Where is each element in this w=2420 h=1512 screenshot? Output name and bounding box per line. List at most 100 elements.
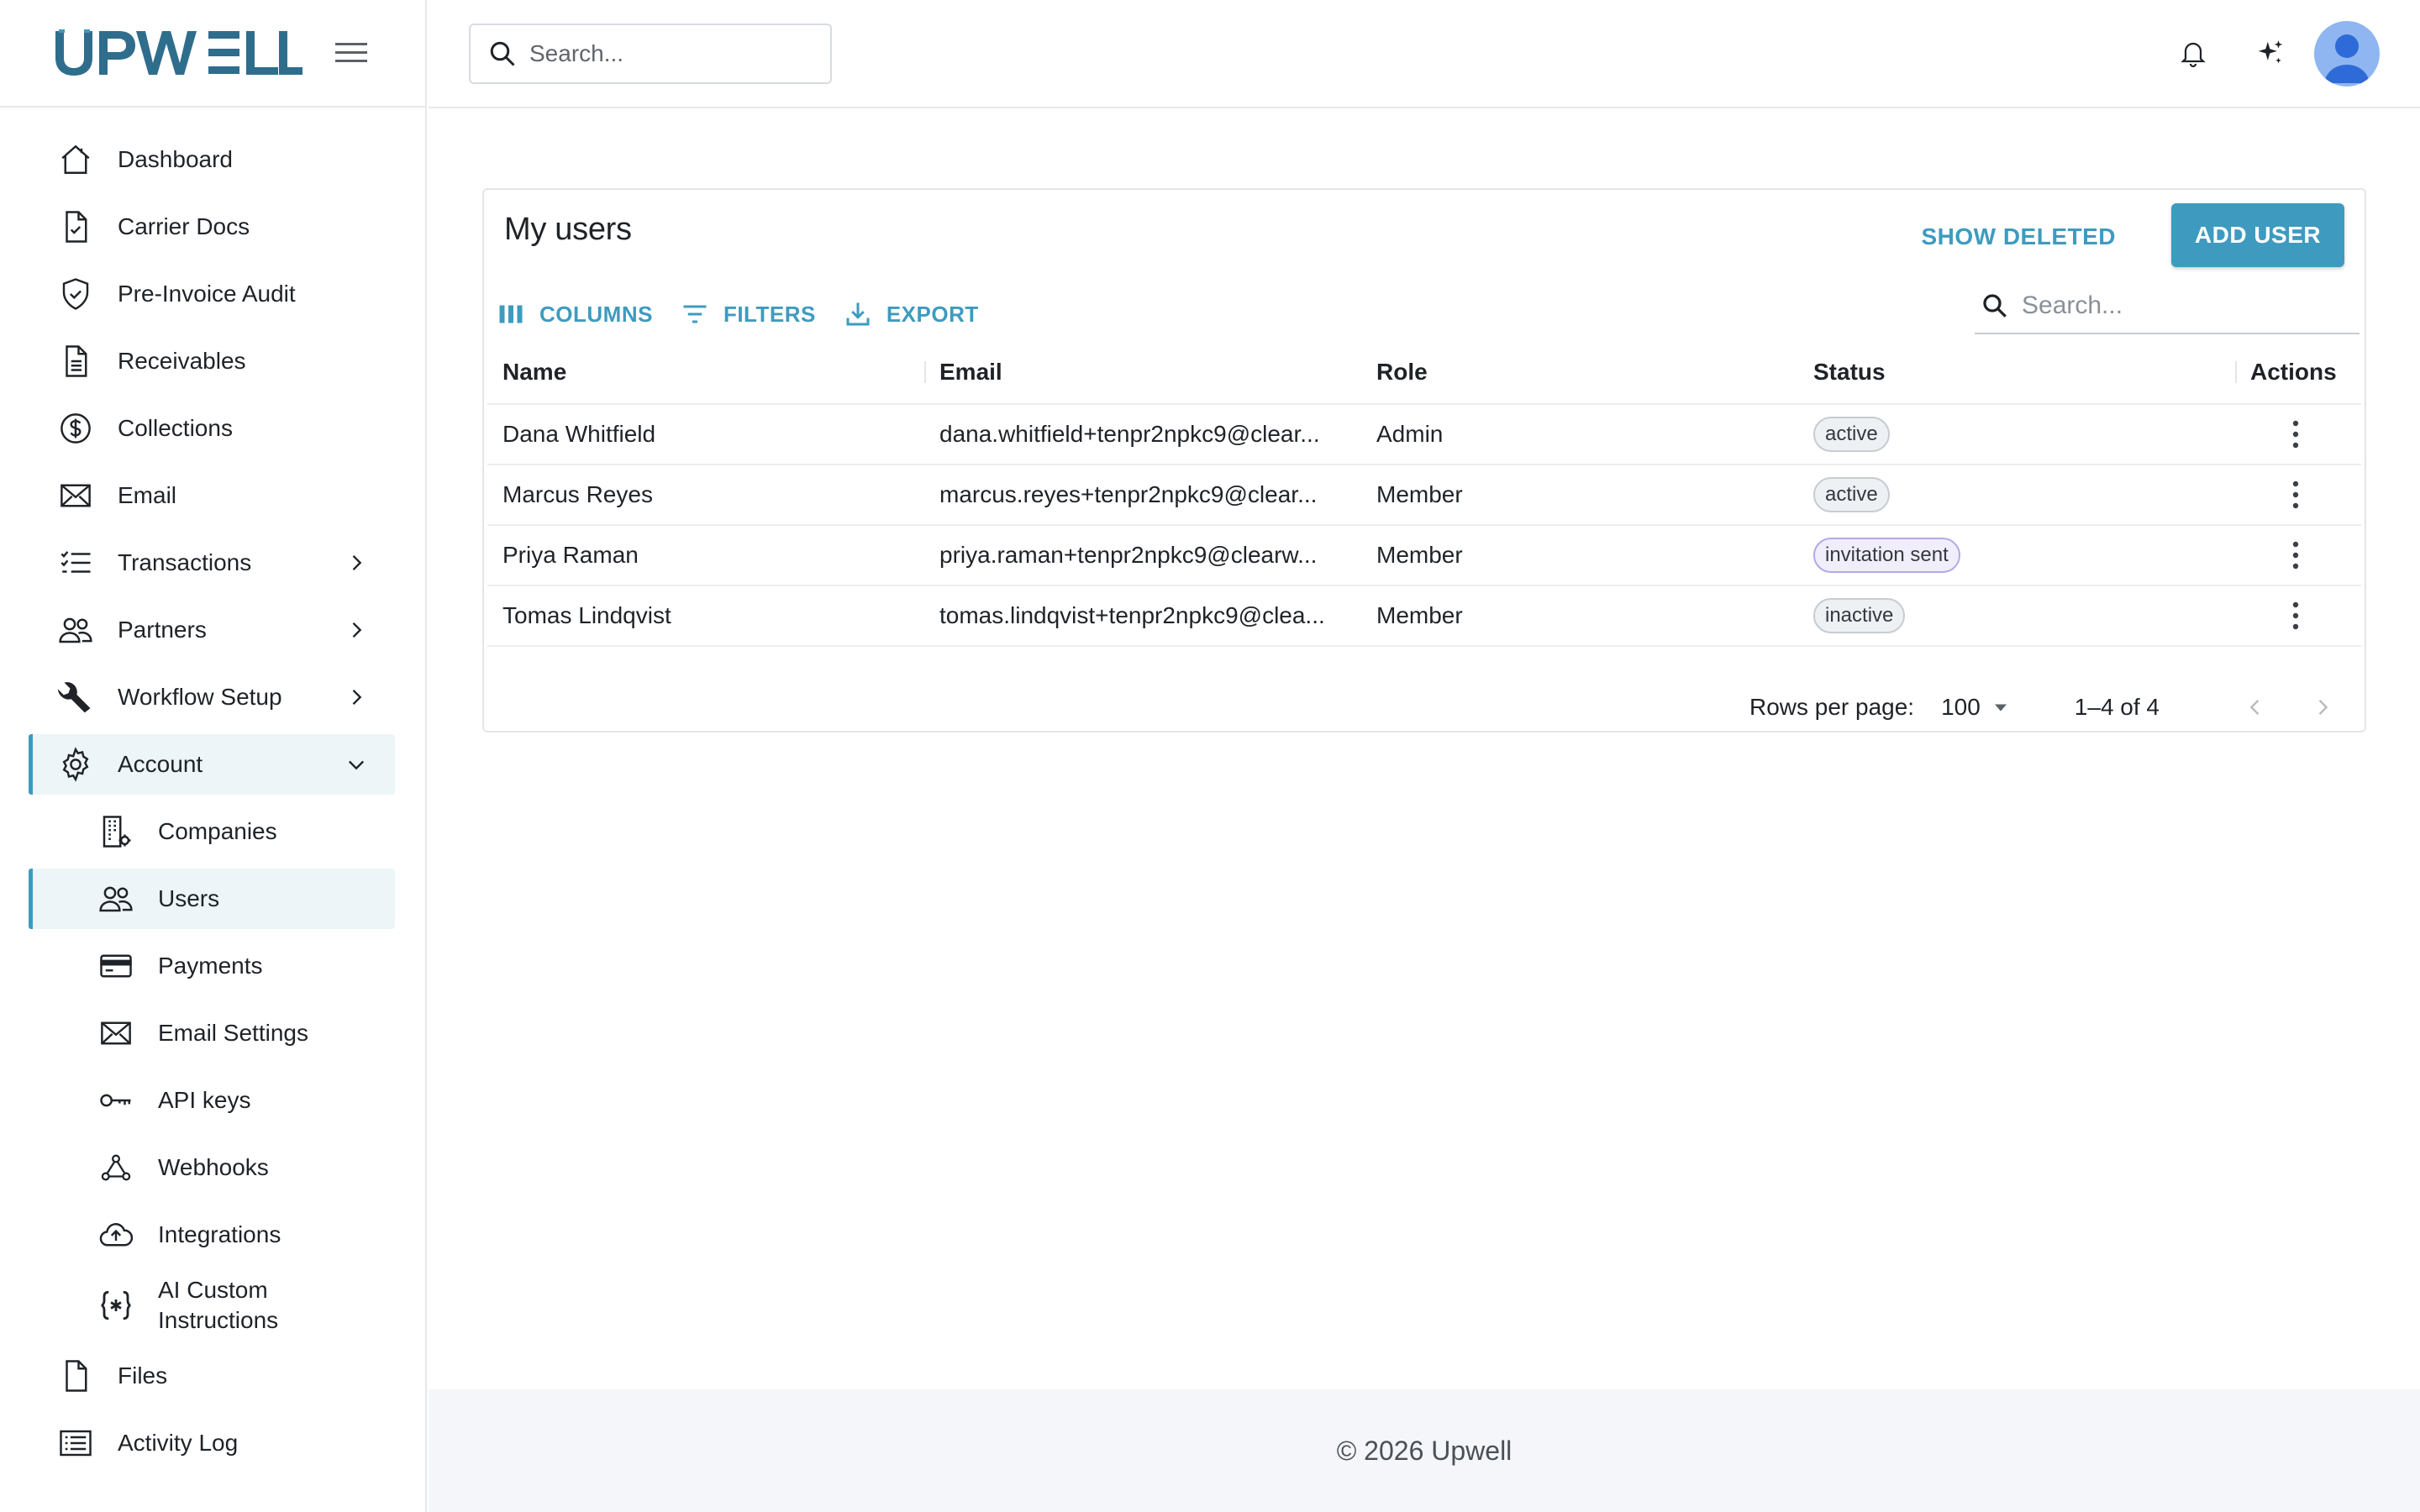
sidebar-item-receivables[interactable]: Receivables: [29, 331, 395, 391]
grid-search-input[interactable]: [2022, 291, 2341, 320]
users-table: Name Email Role Status Actions Dana Whit…: [487, 341, 2361, 647]
table-row[interactable]: Dana Whitfield dana.whitfield+tenpr2npkc…: [487, 405, 2361, 465]
rows-per-page-label: Rows per page:: [1749, 694, 1915, 720]
chevron-right-icon: [352, 622, 362, 638]
rows-per-page-value: 100: [1941, 694, 1981, 720]
status-badge: invitation sent: [1813, 538, 1960, 573]
column-header-role[interactable]: Role: [1361, 341, 1798, 403]
column-header-name[interactable]: Name: [487, 341, 924, 403]
more-vertical-icon: [2292, 420, 2299, 449]
table-row[interactable]: Tomas Lindqvist tomas.lindqvist+tenpr2np…: [487, 586, 2361, 647]
row-actions-button[interactable]: [2275, 475, 2316, 515]
column-header-email[interactable]: Email: [924, 341, 1361, 403]
sidebar-item-label: Pre-Invoice Audit: [118, 281, 296, 307]
cell-actions: [2235, 596, 2361, 636]
home-icon: [55, 139, 96, 180]
sidebar-item-label: Users: [158, 885, 220, 911]
filters-button[interactable]: FILTERS: [680, 289, 833, 339]
sidebar-item-label: AI Custom Instructions: [158, 1277, 279, 1333]
top-bar: [429, 0, 2420, 108]
row-actions-button[interactable]: [2275, 414, 2316, 454]
next-page-button[interactable]: [2301, 685, 2344, 729]
footer: © 2026 Upwell: [429, 1389, 2420, 1512]
cell-name: Dana Whitfield: [502, 421, 656, 447]
search-icon: [490, 41, 515, 66]
cell-email: tomas.lindqvist+tenpr2npkc9@clea...: [939, 602, 1325, 628]
cell-name: Marcus Reyes: [502, 481, 653, 507]
sidebar-item-carrier-docs[interactable]: Carrier Docs: [29, 197, 395, 257]
show-deleted-button[interactable]: SHOW DELETED: [1904, 207, 2133, 267]
cell-actions: [2235, 475, 2361, 515]
cell-status: active: [1798, 477, 2235, 512]
sidebar-item-collections[interactable]: Collections: [29, 398, 395, 459]
row-actions-button[interactable]: [2275, 535, 2316, 575]
sidebar-subitem-email-settings[interactable]: Email Settings: [29, 1003, 395, 1063]
braces-asterisk-icon: [96, 1285, 136, 1326]
global-search-input[interactable]: [529, 40, 815, 67]
sidebar-item-transactions[interactable]: Transactions: [29, 533, 395, 593]
cell-email: marcus.reyes+tenpr2npkc9@clear...: [939, 481, 1318, 507]
brand-bar: [0, 0, 425, 108]
sidebar-item-pre-invoice-audit[interactable]: Pre-Invoice Audit: [29, 264, 395, 324]
sidebar-item-account[interactable]: Account: [29, 734, 395, 795]
sidebar-subitem-integrations[interactable]: Integrations: [29, 1205, 395, 1265]
page-range: 1–4 of 4: [2074, 694, 2160, 720]
filter-icon: [683, 305, 707, 323]
sidebar-subitem-ai-custom-instructions[interactable]: AI Custom Instructions: [29, 1272, 395, 1339]
user-avatar[interactable]: [2314, 21, 2380, 87]
webhook-icon: [96, 1147, 136, 1188]
row-actions-button[interactable]: [2275, 596, 2316, 636]
download-icon: [846, 302, 870, 326]
key-icon: [96, 1080, 136, 1121]
more-vertical-icon: [2292, 541, 2299, 570]
status-badge: inactive: [1813, 598, 1906, 633]
credit-card-icon: [96, 946, 136, 986]
list-icon: [55, 1423, 96, 1463]
rows-per-page-select[interactable]: 100: [1941, 694, 2012, 721]
notifications-button[interactable]: [2160, 20, 2227, 87]
grid-search[interactable]: [1975, 279, 2360, 334]
file-check-icon: [55, 207, 96, 247]
sidebar-subitem-webhooks[interactable]: Webhooks: [29, 1137, 395, 1198]
users-card: My users SHOW DELETED ADD USER COLUMNS F…: [482, 188, 2366, 732]
sidebar-item-partners[interactable]: Partners: [29, 600, 395, 660]
chevron-right-icon: [352, 555, 362, 570]
table-row[interactable]: Marcus Reyes marcus.reyes+tenpr2npkc9@cl…: [487, 465, 2361, 526]
sidebar-subitem-users[interactable]: Users: [29, 869, 395, 929]
ai-assistant-button[interactable]: [2237, 20, 2304, 87]
sidebar-item-label: Integrations: [158, 1221, 281, 1247]
sidebar-subitem-companies[interactable]: Companies: [29, 801, 395, 862]
sidebar-item-email[interactable]: Email: [29, 465, 395, 526]
status-badge: active: [1813, 477, 1890, 512]
sidebar: Dashboard Carrier Docs Pre-Invoice Audit…: [0, 0, 427, 1512]
sidebar-item-activity-log[interactable]: Activity Log: [29, 1413, 395, 1473]
previous-page-button[interactable]: [2233, 685, 2277, 729]
table-row[interactable]: Priya Raman priya.raman+tenpr2npkc9@clea…: [487, 526, 2361, 586]
sidebar-subitem-api-keys[interactable]: API keys: [29, 1070, 395, 1131]
people-icon: [55, 610, 96, 650]
caret-down-icon: [1994, 704, 2007, 711]
export-button[interactable]: EXPORT: [843, 289, 996, 339]
sidebar-item-dashboard[interactable]: Dashboard: [29, 129, 395, 190]
page-title: My users: [504, 212, 632, 247]
columns-icon: [499, 305, 523, 323]
menu-toggle-button[interactable]: [333, 34, 370, 71]
add-user-button[interactable]: ADD USER: [2171, 203, 2344, 267]
global-search[interactable]: [469, 24, 832, 84]
upwell-logo[interactable]: [54, 29, 302, 76]
mail-icon: [96, 1013, 136, 1053]
column-header-status[interactable]: Status: [1798, 341, 2235, 403]
cell-status: invitation sent: [1798, 538, 2235, 573]
bell-icon: [2181, 42, 2206, 68]
sidebar-item-label: Account: [118, 751, 203, 777]
sidebar-item-label: Email: [118, 482, 177, 508]
sidebar-item-label: Webhooks: [158, 1154, 269, 1180]
sidebar-item-workflow-setup[interactable]: Workflow Setup: [29, 667, 395, 727]
column-header-actions: Actions: [2235, 341, 2361, 403]
sidebar-item-files[interactable]: Files: [29, 1346, 395, 1406]
columns-button[interactable]: COLUMNS: [496, 289, 670, 339]
sidebar-item-label: Files: [118, 1362, 168, 1389]
sidebar-nav: Dashboard Carrier Docs Pre-Invoice Audit…: [0, 108, 425, 1473]
cell-role: Member: [1376, 542, 1463, 568]
sidebar-subitem-payments[interactable]: Payments: [29, 936, 395, 996]
